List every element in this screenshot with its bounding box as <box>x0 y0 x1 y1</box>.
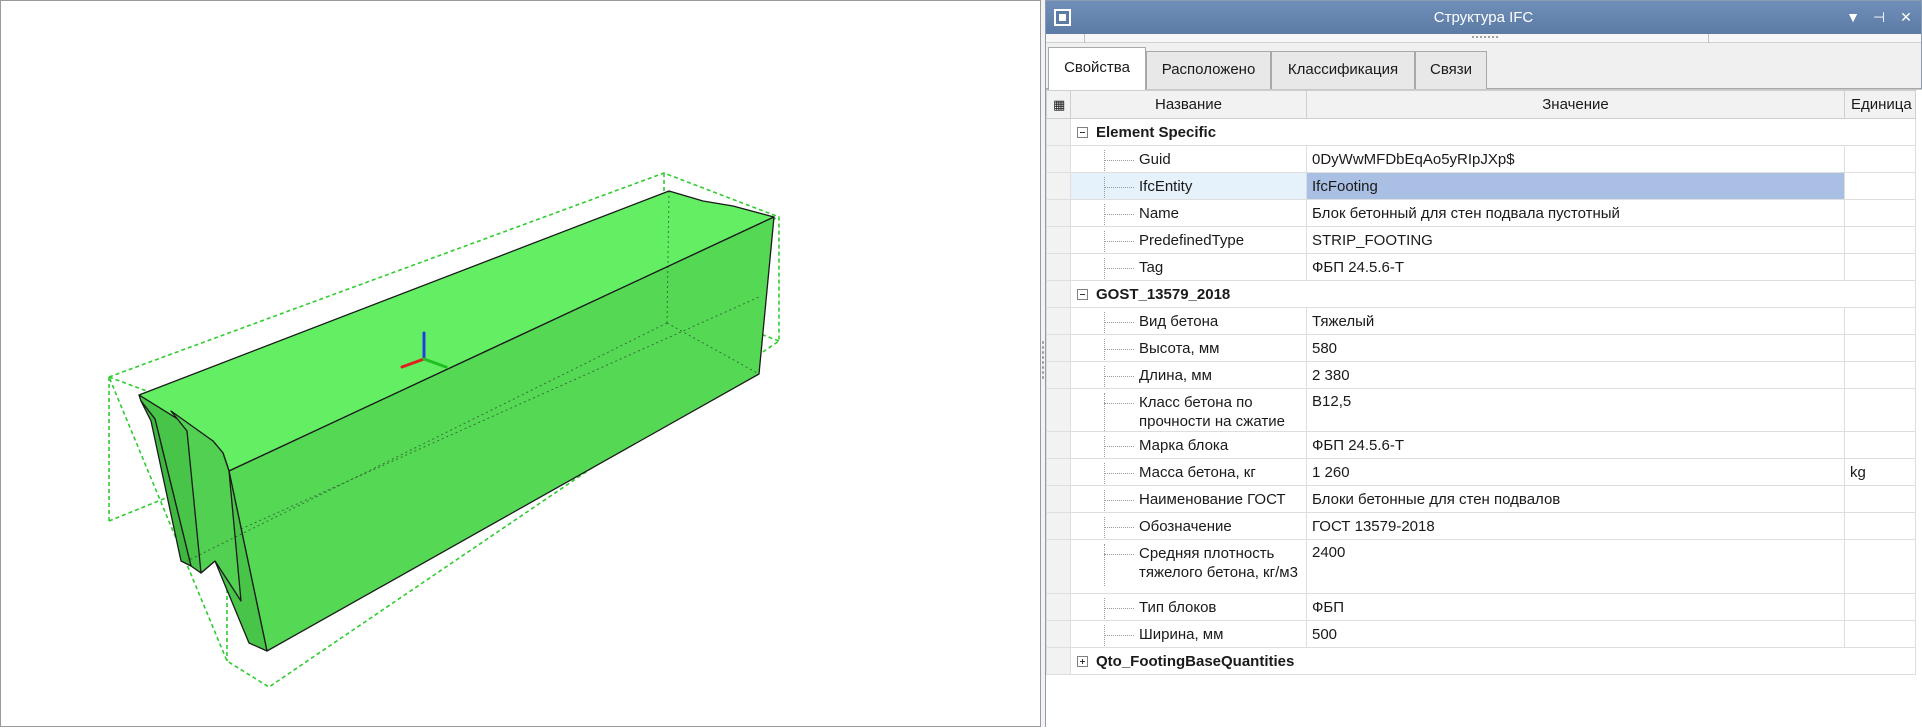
property-name: Наименование ГОСТ <box>1072 489 1301 512</box>
group-name: Element Specific <box>1096 123 1217 141</box>
property-unit <box>1844 226 1916 254</box>
property-row-selected[interactable]: IfcEntity IfcFooting <box>1046 172 1916 200</box>
tab-classification[interactable]: Классификация <box>1271 51 1415 89</box>
toolstrip <box>1046 34 1921 43</box>
column-header-unit[interactable]: Единица <box>1844 90 1916 119</box>
tab-relations[interactable]: Связи <box>1415 51 1487 89</box>
column-chooser-icon[interactable]: ▦ <box>1046 90 1071 119</box>
property-name: Длина, мм <box>1072 365 1301 388</box>
property-name: Класс бетона по прочности на сжатие <box>1072 393 1301 431</box>
property-name: Guid <box>1072 149 1301 172</box>
group-row[interactable]: GOST_13579_2018 <box>1046 280 1916 308</box>
property-row[interactable]: Обозначение ГОСТ 13579-2018 <box>1046 512 1916 540</box>
property-row[interactable]: Tag ФБП 24.5.6-Т <box>1046 253 1916 281</box>
property-row[interactable]: Высота, мм 580 <box>1046 334 1916 362</box>
property-grid: ▦ Название Значение Единица Element Spec… <box>1046 89 1922 728</box>
property-unit <box>1844 145 1916 173</box>
close-icon[interactable]: ✕ <box>1896 7 1916 27</box>
column-header-name[interactable]: Название <box>1070 90 1307 119</box>
resize-grip[interactable] <box>1471 35 1499 39</box>
property-unit <box>1844 253 1916 281</box>
3d-viewport[interactable] <box>0 0 1041 727</box>
property-row[interactable]: Вид бетона Тяжелый <box>1046 307 1916 335</box>
property-value[interactable]: Тяжелый <box>1306 307 1845 335</box>
property-value[interactable]: 580 <box>1306 334 1845 362</box>
property-value[interactable]: 2400 <box>1306 539 1845 594</box>
property-unit <box>1844 431 1916 459</box>
property-unit <box>1844 593 1916 621</box>
property-value[interactable]: 2 380 <box>1306 361 1845 389</box>
collapse-icon[interactable] <box>1077 288 1088 300</box>
property-unit: kg <box>1844 458 1916 486</box>
concrete-block[interactable] <box>138 190 775 652</box>
panel-title: Структура IFC <box>1433 9 1534 26</box>
property-row[interactable]: Name Блок бетонный для стен подвала пуст… <box>1046 199 1916 227</box>
tab-properties[interactable]: Свойства <box>1048 47 1146 90</box>
property-unit <box>1844 620 1916 648</box>
property-row[interactable]: Длина, мм 2 380 <box>1046 361 1916 389</box>
collapse-icon[interactable] <box>1077 126 1088 138</box>
property-row[interactable]: Ширина, мм 500 <box>1046 620 1916 648</box>
property-name: Name <box>1072 203 1301 226</box>
property-row[interactable]: Guid 0DyWwMFDbEqAo5yRIpJXp$ <box>1046 145 1916 173</box>
property-row[interactable]: PredefinedType STRIP_FOOTING <box>1046 226 1916 254</box>
property-unit <box>1844 334 1916 362</box>
property-name: Вид бетона <box>1072 311 1301 334</box>
property-value[interactable]: В12,5 <box>1306 388 1845 432</box>
property-unit <box>1844 512 1916 540</box>
group-row[interactable]: Qto_FootingBaseQuantities <box>1046 647 1916 675</box>
property-value[interactable]: 500 <box>1306 620 1845 648</box>
property-value[interactable]: Блок бетонный для стен подвала пустотный <box>1306 199 1845 227</box>
expand-icon[interactable] <box>1077 655 1088 667</box>
property-value[interactable]: Блоки бетонные для стен подвалов <box>1306 485 1845 513</box>
property-row[interactable]: Масса бетона, кг 1 260 kg <box>1046 458 1916 486</box>
panel-titlebar[interactable]: Структура IFC ▼ ⊣ ✕ <box>1046 1 1921 34</box>
property-value[interactable]: STRIP_FOOTING <box>1306 226 1845 254</box>
property-value[interactable]: 0DyWwMFDbEqAo5yRIpJXp$ <box>1306 145 1845 173</box>
property-unit <box>1844 172 1916 200</box>
property-name: Средняя плотность тяжелого бетона, кг/м3 <box>1072 544 1301 586</box>
dropdown-arrow-icon[interactable]: ▼ <box>1843 7 1863 27</box>
property-unit <box>1844 361 1916 389</box>
group-name: Qto_FootingBaseQuantities <box>1096 652 1295 670</box>
ifc-structure-panel: Структура IFC ▼ ⊣ ✕ Свойства Расположено… <box>1045 0 1922 728</box>
property-unit <box>1844 199 1916 227</box>
property-row[interactable]: Класс бетона по прочности на сжатие В12,… <box>1046 388 1916 432</box>
property-name: Марка блока <box>1072 435 1301 458</box>
tab-strip: Свойства Расположено Классификация Связи <box>1046 47 1921 90</box>
column-header-value[interactable]: Значение <box>1306 90 1845 119</box>
property-value[interactable]: ФБП 24.5.6-Т <box>1306 253 1845 281</box>
property-row[interactable]: Средняя плотность тяжелого бетона, кг/м3… <box>1046 539 1916 594</box>
property-value[interactable]: ФБП 24.5.6-Т <box>1306 431 1845 459</box>
property-name: Масса бетона, кг <box>1072 462 1301 485</box>
property-row[interactable]: Тип блоков ФБП <box>1046 593 1916 621</box>
pin-icon[interactable]: ⊣ <box>1869 7 1889 27</box>
property-unit <box>1844 539 1916 594</box>
property-row[interactable]: Наименование ГОСТ Блоки бетонные для сте… <box>1046 485 1916 513</box>
property-unit <box>1844 388 1916 432</box>
property-name: Высота, мм <box>1072 338 1301 361</box>
3d-model-view[interactable] <box>1 1 1042 728</box>
property-name: Обозначение <box>1072 516 1301 539</box>
property-row[interactable]: Марка блока ФБП 24.5.6-Т <box>1046 431 1916 459</box>
property-name: IfcEntity <box>1072 176 1301 199</box>
property-name: Tag <box>1072 257 1301 280</box>
property-value[interactable]: 1 260 <box>1306 458 1845 486</box>
property-name: Ширина, мм <box>1072 624 1301 647</box>
property-value[interactable]: ГОСТ 13579-2018 <box>1306 512 1845 540</box>
property-name: PredefinedType <box>1072 230 1301 253</box>
property-name: Тип блоков <box>1072 597 1301 620</box>
group-row[interactable]: Element Specific <box>1046 118 1916 146</box>
property-value[interactable]: IfcFooting <box>1306 172 1845 200</box>
property-unit <box>1844 307 1916 335</box>
tab-location[interactable]: Расположено <box>1146 51 1271 89</box>
property-unit <box>1844 485 1916 513</box>
group-name: GOST_13579_2018 <box>1096 285 1231 303</box>
property-value[interactable]: ФБП <box>1306 593 1845 621</box>
